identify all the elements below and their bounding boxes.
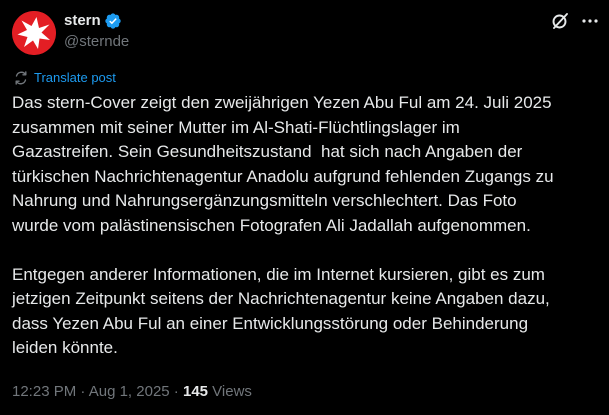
post-text: Das stern-Cover zeigt den zweijährigen Y… bbox=[12, 91, 602, 361]
avatar[interactable] bbox=[12, 11, 56, 55]
stern-logo-icon bbox=[12, 11, 56, 55]
author-handle[interactable]: @sternde bbox=[64, 32, 129, 52]
meta-separator: · bbox=[169, 383, 183, 400]
post-paragraph-2: Entgegen anderer Informationen, die im I… bbox=[12, 264, 550, 358]
post-paragraph-1: Das stern-Cover zeigt den zweijährigen Y… bbox=[12, 93, 554, 235]
post: stern @sternde Translate post Das stern-… bbox=[0, 0, 609, 415]
more-dots-icon[interactable] bbox=[582, 13, 598, 29]
meta-separator: · bbox=[76, 383, 89, 400]
views-label: Views bbox=[208, 383, 252, 400]
translate-post-label[interactable]: Translate post bbox=[34, 69, 116, 87]
post-meta: 12:23 PM · Aug 1, 2025 · 145 Views bbox=[12, 382, 252, 402]
post-date[interactable]: Aug 1, 2025 bbox=[89, 383, 170, 400]
views-count[interactable]: 145 bbox=[183, 383, 208, 400]
translate-post-link[interactable]: Translate post bbox=[13, 69, 116, 87]
grok-icon[interactable] bbox=[550, 11, 570, 31]
author-names: stern @sternde bbox=[64, 11, 129, 52]
display-name[interactable]: stern bbox=[64, 11, 101, 31]
translate-icon bbox=[15, 71, 27, 85]
verified-badge-icon[interactable] bbox=[104, 12, 122, 30]
post-time[interactable]: 12:23 PM bbox=[12, 383, 76, 400]
display-name-row: stern bbox=[64, 11, 129, 31]
